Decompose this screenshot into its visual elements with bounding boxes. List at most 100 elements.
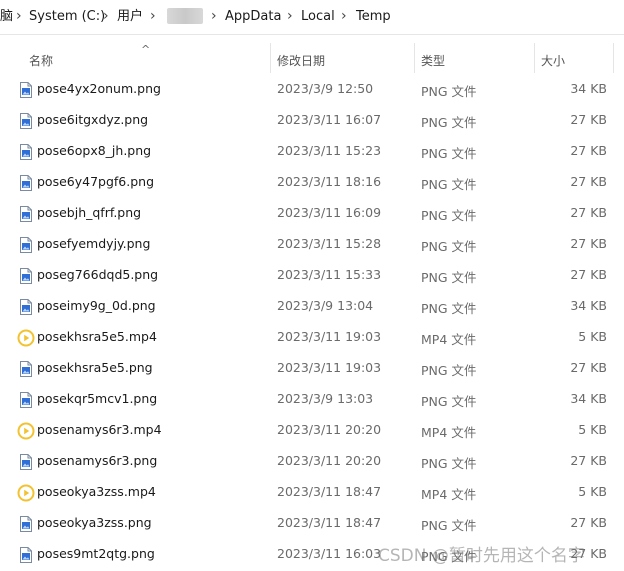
file-type: PNG 文件 [421, 239, 477, 254]
column-header: ^ 名称 修改日期 类型 大小 [0, 43, 624, 77]
breadcrumb-partial[interactable]: 脑 [0, 9, 13, 25]
file-type: PNG 文件 [421, 177, 477, 192]
png-file-icon [17, 391, 35, 409]
file-name: pose6opx8_jh.png [37, 143, 152, 158]
file-type: PNG 文件 [421, 270, 477, 285]
file-row[interactable]: posekqr5mcv1.png 2023/3/9 13:03 PNG 文件 34 K… [0, 384, 624, 415]
file-type: PNG 文件 [421, 208, 477, 223]
png-file-icon [17, 205, 35, 223]
file-row[interactable]: posenamys6r3.png 2023/3/11 20:20 PNG 文件 27 … [0, 446, 624, 477]
file-size: 27 KB [570, 112, 607, 127]
file-date: 2023/3/11 16:07 [277, 112, 382, 127]
png-file-icon [17, 174, 35, 192]
chevron-right-icon[interactable]: › [103, 8, 109, 24]
file-size: 27 KB [570, 515, 607, 530]
file-row[interactable]: pose4yx2onum.png 2023/3/9 12:50 PNG 文件 34 K… [0, 74, 624, 105]
file-size: 5 KB [578, 329, 607, 344]
mp4-file-icon [17, 422, 35, 440]
file-name: posekhsra5e5.png [37, 360, 153, 375]
file-date: 2023/3/11 20:20 [277, 453, 382, 468]
file-size: 34 KB [570, 81, 607, 96]
column-name[interactable]: 名称 [29, 52, 53, 69]
file-size: 34 KB [570, 391, 607, 406]
breadcrumb-appdata[interactable]: AppData [225, 9, 281, 25]
breadcrumb-drive[interactable]: System (C:) [29, 9, 105, 25]
png-file-icon [17, 298, 35, 316]
file-size: 27 KB [570, 236, 607, 251]
mp4-file-icon [17, 484, 35, 502]
sort-ascending-icon: ^ [141, 43, 151, 56]
file-name: posekqr5mcv1.png [37, 391, 158, 406]
file-size: 5 KB [578, 484, 607, 499]
file-row[interactable]: pose6y47pgf6.png 2023/3/11 18:16 PNG 文件 27 … [0, 167, 624, 198]
chevron-right-icon[interactable]: › [16, 8, 22, 24]
file-type: MP4 文件 [421, 332, 477, 347]
chevron-right-icon[interactable]: › [150, 8, 156, 24]
file-row[interactable]: posefyemdyjy.png 2023/3/11 15:28 PNG 文件 27 … [0, 229, 624, 260]
file-type: PNG 文件 [421, 301, 477, 316]
file-row[interactable]: poseimy9g_0d.png 2023/3/9 13:04 PNG 文件 34 K… [0, 291, 624, 322]
file-date: 2023/3/11 19:03 [277, 360, 382, 375]
file-date: 2023/3/11 18:47 [277, 484, 382, 499]
file-size: 27 KB [570, 205, 607, 220]
file-type: MP4 文件 [421, 425, 477, 440]
column-divider[interactable] [414, 43, 415, 73]
column-date[interactable]: 修改日期 [277, 52, 325, 69]
file-row[interactable]: poseg766dqd5.png 2023/3/11 15:33 PNG 文件 27 … [0, 260, 624, 291]
file-row[interactable]: posekhsra5e5.png 2023/3/11 19:03 PNG 文件 27 … [0, 353, 624, 384]
png-file-icon [17, 143, 35, 161]
file-row[interactable]: poseokya3zss.mp4 2023/3/11 18:47 MP4 文件 5 K… [0, 477, 624, 508]
file-date: 2023/3/11 19:03 [277, 329, 382, 344]
png-file-icon [17, 81, 35, 99]
file-row[interactable]: posebjh_qfrf.png 2023/3/11 16:09 PNG 文件 27 … [0, 198, 624, 229]
file-size: 34 KB [570, 298, 607, 313]
column-divider[interactable] [270, 43, 271, 73]
column-type[interactable]: 类型 [421, 52, 445, 69]
file-name: posenamys6r3.mp4 [37, 422, 162, 437]
file-name: posebjh_qfrf.png [37, 205, 142, 220]
file-name: poses9mt2qtg.png [37, 546, 155, 561]
file-type: MP4 文件 [421, 487, 477, 502]
file-name: poseokya3zss.mp4 [37, 484, 156, 499]
png-file-icon [17, 236, 35, 254]
file-type: PNG 文件 [421, 146, 477, 161]
column-divider[interactable] [613, 43, 614, 73]
column-divider[interactable] [534, 43, 535, 73]
file-row[interactable]: posenamys6r3.mp4 2023/3/11 20:20 MP4 文件 5 K… [0, 415, 624, 446]
breadcrumb-local[interactable]: Local [301, 9, 335, 25]
file-size: 27 KB [570, 143, 607, 158]
breadcrumb-temp[interactable]: Temp [356, 9, 391, 25]
chevron-right-icon[interactable]: › [287, 8, 293, 24]
file-type: PNG 文件 [421, 456, 477, 471]
file-type: PNG 文件 [421, 518, 477, 533]
chevron-right-icon[interactable]: › [341, 8, 347, 24]
file-row[interactable]: posekhsra5e5.mp4 2023/3/11 19:03 MP4 文件 5 K… [0, 322, 624, 353]
redacted-username[interactable] [167, 8, 203, 24]
address-bar[interactable]: 脑 › System (C:) › 用户 › › AppData › Local… [0, 0, 624, 35]
file-row[interactable]: poseokya3zss.png 2023/3/11 18:47 PNG 文件 27 … [0, 508, 624, 539]
breadcrumb-users[interactable]: 用户 [117, 9, 143, 25]
png-file-icon [17, 453, 35, 471]
file-date: 2023/3/9 13:03 [277, 391, 374, 406]
file-type: PNG 文件 [421, 115, 477, 130]
file-date: 2023/3/11 18:47 [277, 515, 382, 530]
file-date: 2023/3/11 18:16 [277, 174, 382, 189]
png-file-icon [17, 267, 35, 285]
column-size[interactable]: 大小 [541, 52, 565, 69]
file-name: posekhsra5e5.mp4 [37, 329, 157, 344]
chevron-right-icon[interactable]: › [211, 8, 217, 24]
file-name: pose4yx2onum.png [37, 81, 161, 96]
file-date: 2023/3/9 13:04 [277, 298, 374, 313]
png-file-icon [17, 112, 35, 130]
file-row[interactable]: pose6itgxdyz.png 2023/3/11 16:07 PNG 文件 27 … [0, 105, 624, 136]
file-name: posefyemdyjy.png [37, 236, 151, 251]
png-file-icon [17, 360, 35, 378]
png-file-icon [17, 515, 35, 533]
png-file-icon [17, 546, 35, 564]
file-name: poseg766dqd5.png [37, 267, 159, 282]
file-name: poseokya3zss.png [37, 515, 152, 530]
file-date: 2023/3/11 20:20 [277, 422, 382, 437]
file-row[interactable]: pose6opx8_jh.png 2023/3/11 15:23 PNG 文件 27 … [0, 136, 624, 167]
file-type: PNG 文件 [421, 84, 477, 99]
file-size: 27 KB [570, 174, 607, 189]
